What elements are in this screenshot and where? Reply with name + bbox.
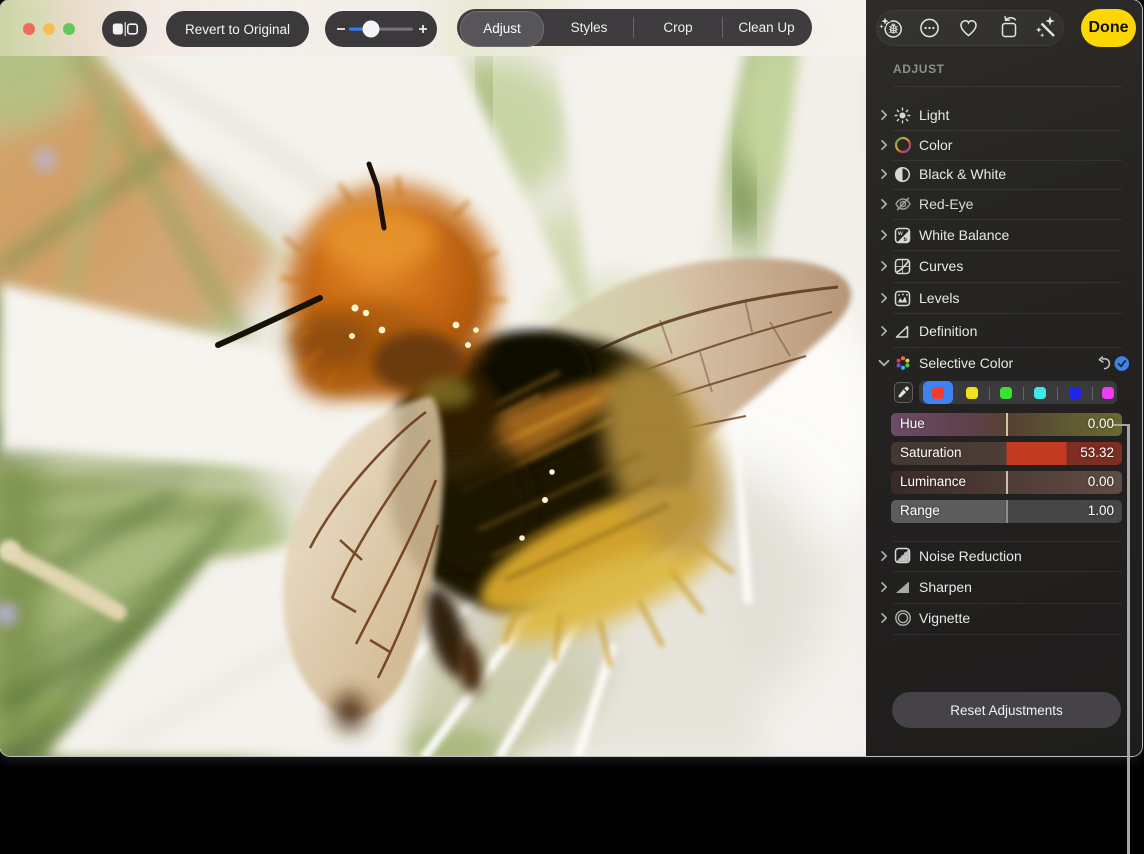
svg-text:w: w [897, 231, 903, 237]
